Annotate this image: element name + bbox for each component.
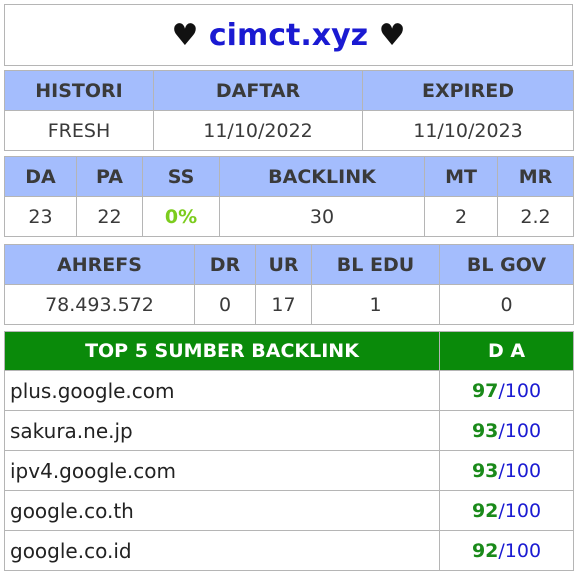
da-max: 100	[504, 539, 542, 562]
backlink-site: sakura.ne.jp	[4, 410, 440, 451]
da-max: 100	[504, 379, 542, 402]
ss-header: SS	[142, 156, 220, 197]
bl-gov-value: 0	[439, 284, 574, 325]
da-score: 92	[471, 499, 499, 522]
backlink-da: 93/100	[439, 410, 574, 451]
da-max: 100	[504, 499, 542, 522]
daftar-header: DAFTAR	[153, 70, 363, 111]
backlink-da: 92/100	[439, 530, 574, 571]
backlink-da: 93/100	[439, 450, 574, 491]
backlink-site: google.co.id	[4, 530, 440, 571]
heart-left-icon: ♥	[171, 17, 199, 53]
mr-value: 2.2	[497, 196, 574, 237]
ur-value: 17	[255, 284, 312, 325]
da-max: 100	[504, 459, 542, 482]
bl-edu-value: 1	[311, 284, 440, 325]
da-value: 23	[4, 196, 77, 237]
backlink-da: 97/100	[439, 370, 574, 411]
bl-gov-header: BL GOV	[439, 244, 574, 285]
backlink-header: BACKLINK	[219, 156, 425, 197]
ur-header: UR	[255, 244, 312, 285]
backlink-site: plus.google.com	[4, 370, 440, 411]
da-column-header: D A	[439, 331, 574, 371]
metrics-table: DA PA SS BACKLINK MT MR 23 22 0% 30 2 2.…	[4, 156, 574, 237]
ahrefs-table: AHREFS DR UR BL EDU BL GOV 78.493.572 0 …	[4, 244, 574, 325]
registration-table: HISTORI DAFTAR EXPIRED FRESH 11/10/2022 …	[4, 70, 574, 151]
backlink-site: google.co.th	[4, 490, 440, 531]
da-max: 100	[504, 419, 542, 442]
domain-title: ♥ cimct.xyz ♥	[4, 4, 573, 66]
dr-value: 0	[194, 284, 256, 325]
top-backlinks-table: TOP 5 SUMBER BACKLINK D A plus.google.co…	[4, 331, 574, 571]
domain-title-table: ♥ cimct.xyz ♥	[4, 4, 573, 66]
da-header: DA	[4, 156, 77, 197]
expired-value: 11/10/2023	[362, 110, 574, 151]
table-row: sakura.ne.jp 93/100	[4, 410, 574, 451]
domain-name: cimct.xyz	[208, 17, 369, 53]
mt-value: 2	[424, 196, 498, 237]
ahrefs-header: AHREFS	[4, 244, 195, 285]
ss-value: 0%	[142, 196, 220, 237]
heart-right-icon: ♥	[378, 17, 406, 53]
backlink-da: 92/100	[439, 490, 574, 531]
dr-header: DR	[194, 244, 256, 285]
bl-edu-header: BL EDU	[311, 244, 440, 285]
table-row: google.co.id 92/100	[4, 530, 574, 571]
table-row: plus.google.com 97/100	[4, 370, 574, 411]
histori-value: FRESH	[4, 110, 154, 151]
da-score: 97	[471, 379, 499, 402]
ahrefs-value: 78.493.572	[4, 284, 195, 325]
da-score: 92	[471, 539, 499, 562]
pa-value: 22	[76, 196, 143, 237]
expired-header: EXPIRED	[362, 70, 574, 111]
top-backlinks-header: TOP 5 SUMBER BACKLINK	[4, 331, 440, 371]
da-score: 93	[471, 459, 499, 482]
daftar-value: 11/10/2022	[153, 110, 363, 151]
da-score: 93	[471, 419, 499, 442]
table-row: google.co.th 92/100	[4, 490, 574, 531]
pa-header: PA	[76, 156, 143, 197]
backlink-site: ipv4.google.com	[4, 450, 440, 491]
table-row: ipv4.google.com 93/100	[4, 450, 574, 491]
histori-header: HISTORI	[4, 70, 154, 111]
backlink-value: 30	[219, 196, 425, 237]
mt-header: MT	[424, 156, 498, 197]
mr-header: MR	[497, 156, 574, 197]
